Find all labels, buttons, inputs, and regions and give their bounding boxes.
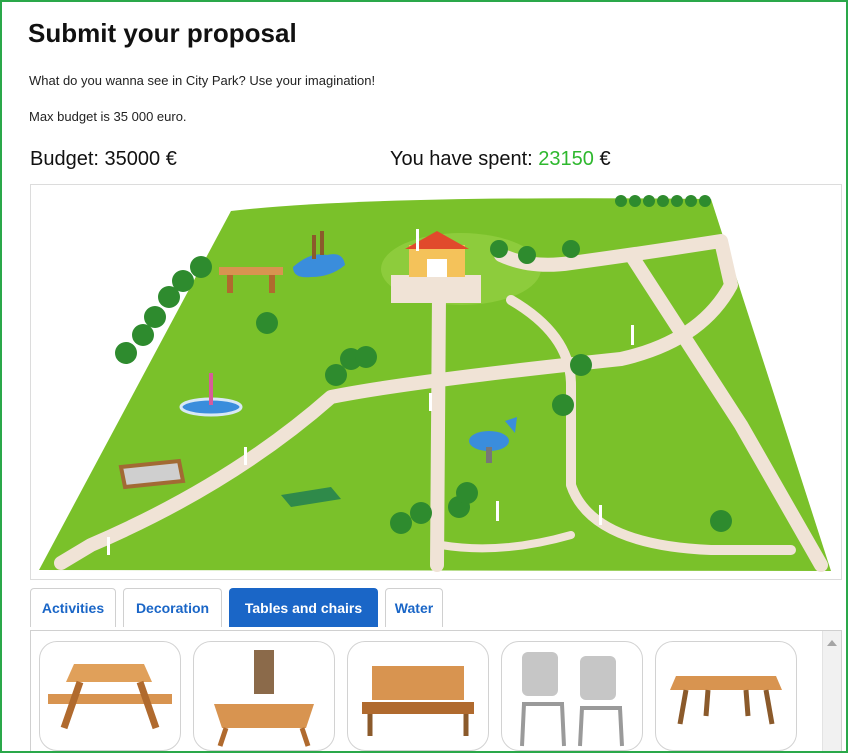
tab-activities[interactable]: Activities	[30, 588, 116, 627]
budget-amount: 35000 €	[104, 148, 177, 170]
tree-bench-icon	[214, 650, 314, 747]
budget-label: Budget:	[30, 148, 99, 170]
tab-water[interactable]: Water	[385, 588, 443, 627]
items-scrollbar[interactable]	[822, 631, 841, 751]
park-bench-icon	[362, 666, 474, 736]
map-sandbox	[118, 458, 186, 490]
item-card-picnic-table[interactable]	[39, 641, 181, 751]
wooden-table-icon	[670, 676, 782, 725]
spent-value: 23150	[538, 148, 594, 170]
item-card-tree-bench[interactable]	[193, 641, 335, 751]
budget-display: Budget: 35000 €	[30, 148, 177, 171]
park-map[interactable]	[30, 184, 842, 580]
item-card-park-bench[interactable]	[347, 641, 489, 751]
spent-display: You have spent: 23150 €	[390, 148, 611, 171]
item-card-wooden-table[interactable]	[655, 641, 797, 751]
tab-decoration[interactable]: Decoration	[123, 588, 222, 627]
max-budget-text: Max budget is 35 000 euro.	[29, 109, 187, 124]
intro-text: What do you wanna see in City Park? Use …	[29, 73, 376, 88]
scroll-up-arrow[interactable]	[827, 640, 837, 646]
picnic-table-icon	[48, 664, 172, 730]
tab-tables-and-chairs[interactable]: Tables and chairs	[229, 588, 378, 627]
page-title: Submit your proposal	[28, 18, 297, 48]
items-panel	[30, 630, 842, 751]
item-card-metal-chairs[interactable]	[501, 641, 643, 751]
spent-label: You have spent:	[390, 148, 533, 170]
spent-currency: €	[599, 148, 611, 170]
metal-chairs-icon	[520, 652, 624, 747]
proposal-frame: Submit your proposal What do you wanna s…	[0, 0, 848, 753]
